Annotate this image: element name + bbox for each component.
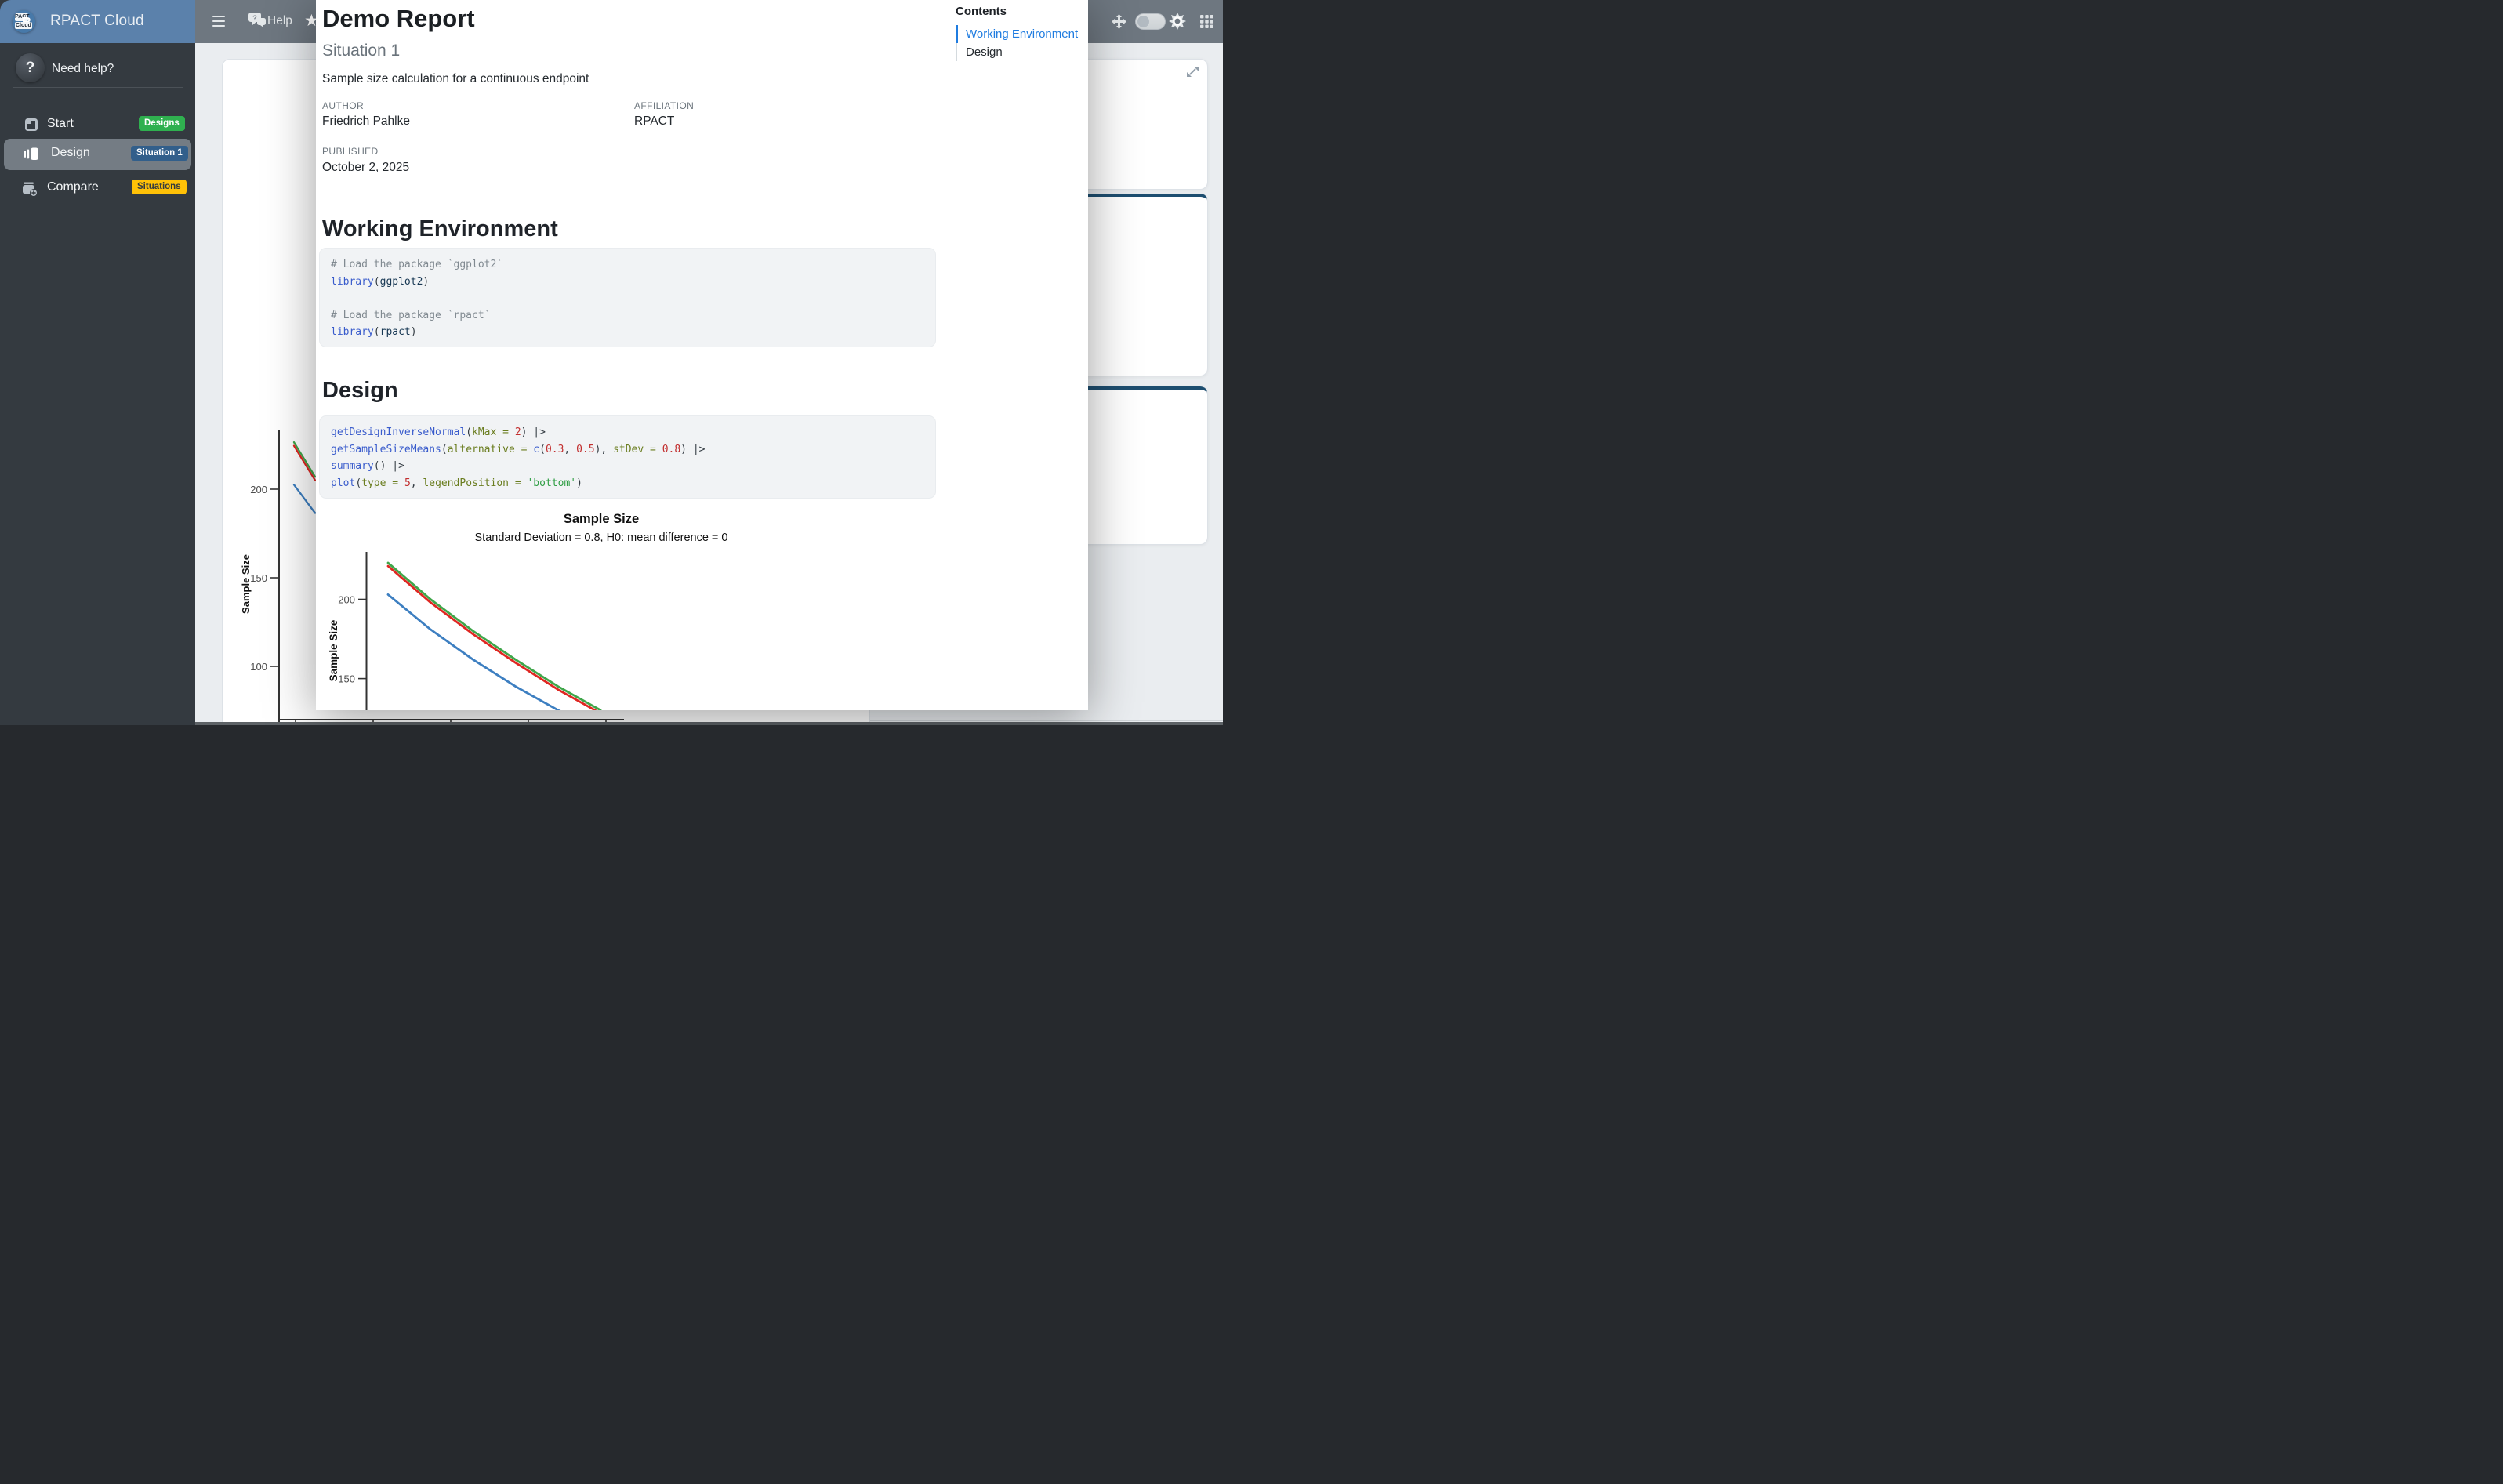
brightness-sun-icon[interactable] [1169, 13, 1186, 30]
report-preview-modal: Demo Report Situation 1 Sample size calc… [316, 0, 1088, 710]
toggle-knob [1137, 16, 1149, 27]
toc-item-working-environment[interactable]: Working Environment [956, 25, 1085, 43]
contents-nav: Contents Working Environment Design [956, 5, 1085, 61]
svg-text:100: 100 [250, 661, 267, 673]
chart-ylabel: Sample Size [328, 619, 339, 681]
dark-mode-toggle[interactable] [1135, 13, 1166, 30]
designs-badge: Designs [139, 116, 185, 131]
sidebar-header: PACT R Cloud RPACT Cloud [0, 0, 195, 43]
series-red [388, 566, 600, 710]
sidebar-item-label: Design [51, 146, 90, 160]
toc-item-design[interactable]: Design [956, 43, 1085, 61]
affiliation-label: AFFILIATION [634, 100, 694, 111]
chart-subtitle: Standard Deviation = 0.8, H0: mean diffe… [366, 532, 836, 544]
start-icon [24, 118, 38, 132]
app-logo[interactable]: PACT R Cloud [13, 10, 35, 33]
section-heading-working-environment: Working Environment [322, 216, 558, 242]
bg-chart-ylabel: Sample Size [240, 554, 252, 614]
svg-text:200: 200 [250, 484, 267, 495]
section-heading-design: Design [322, 378, 398, 404]
sidebar-item-label: Compare [47, 180, 99, 194]
sample-size-chart: 200 150 Sample Size [316, 549, 1088, 710]
sidebar: PACT R Cloud RPACT Cloud ? Need help? St… [0, 0, 195, 725]
code-block-environment: # Load the package `ggplot2`library(ggpl… [319, 248, 936, 347]
svg-text:?: ? [252, 14, 257, 22]
series-red [294, 446, 315, 481]
compare-icon [22, 181, 38, 197]
published-value: October 2, 2025 [322, 161, 409, 175]
sidebar-item-label: Start [47, 117, 74, 131]
sidebar-divider [13, 87, 183, 88]
arrows-move-icon[interactable] [1112, 14, 1126, 29]
modal-description: Sample size calculation for a continuous… [322, 72, 589, 86]
app-window: ? Help ★ PACT [0, 0, 1223, 725]
sidebar-item-design[interactable]: Design Situation 1 [4, 139, 191, 170]
modal-subtitle: Situation 1 [322, 42, 400, 60]
svg-text:200: 200 [338, 594, 355, 606]
viewport-bottom-edge [195, 722, 1223, 725]
published-label: PUBLISHED [322, 146, 379, 157]
hamburger-menu-icon[interactable] [212, 16, 225, 29]
author-value: Friedrich Pahlke [322, 114, 410, 129]
code-block-design: getDesignInverseNormal(kMax = 2) |> getS… [319, 415, 936, 499]
sidebar-item-compare[interactable]: Compare Situations [0, 173, 195, 205]
affiliation-value: RPACT [634, 114, 674, 129]
contents-heading: Contents [956, 5, 1085, 18]
design-icon [24, 147, 39, 161]
logo-text-cloud: Cloud [15, 22, 32, 29]
svg-text:150: 150 [338, 673, 355, 685]
situations-badge: Situations [132, 180, 187, 194]
help-label[interactable]: Help [267, 14, 292, 28]
expand-icon[interactable] [1186, 65, 1199, 78]
question-avatar-icon[interactable]: ? [16, 53, 45, 82]
svg-text:150: 150 [250, 572, 267, 584]
app-title: RPACT Cloud [50, 13, 144, 30]
situation-badge: Situation 1 [131, 146, 188, 161]
need-help-link[interactable]: Need help? [52, 62, 114, 76]
chart-title: Sample Size [366, 512, 836, 527]
grid-icon[interactable] [1199, 14, 1214, 29]
author-label: AUTHOR [322, 100, 364, 111]
background-rule [870, 720, 1223, 721]
series-green [294, 442, 315, 477]
modal-title: Demo Report [322, 5, 475, 33]
series-blue [294, 484, 315, 513]
help-icon[interactable]: ? [248, 12, 267, 29]
sidebar-item-start[interactable]: Start Designs [0, 110, 195, 141]
series-green [388, 563, 600, 710]
